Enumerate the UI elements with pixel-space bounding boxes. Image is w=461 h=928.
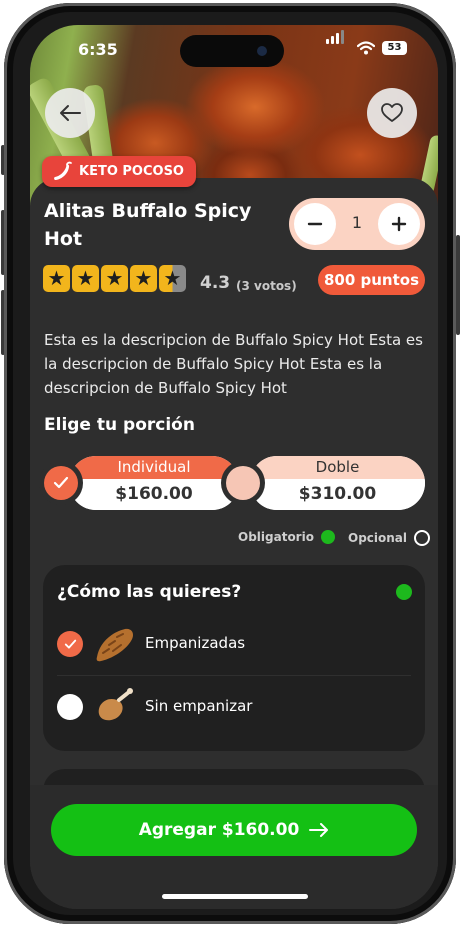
checkmark-icon bbox=[64, 639, 76, 649]
chili-pepper-icon bbox=[54, 161, 72, 180]
drumstick-image bbox=[98, 688, 133, 721]
points-badge: 800 puntos bbox=[318, 265, 425, 295]
app-screen: 6:35 53 KETO POCOSO Alitas Buffalo Spicy… bbox=[30, 25, 438, 909]
status-time: 6:35 bbox=[78, 40, 118, 59]
rating-value: 4.3 bbox=[200, 273, 231, 293]
power-button bbox=[456, 235, 460, 335]
option-row-sin-empanizar[interactable]: Sin empanizar bbox=[43, 676, 425, 738]
product-description: Esta es la descripcion de Buffalo Spicy … bbox=[44, 331, 423, 397]
option-label: Empanizadas bbox=[145, 634, 246, 652]
portion-option-individual[interactable]: Individual $160.00 bbox=[69, 456, 239, 510]
portion-label: Individual bbox=[69, 456, 239, 479]
add-to-cart-label: Agregar $160.00 bbox=[138, 820, 300, 840]
votes-count: (3 votos) bbox=[236, 279, 297, 293]
portion-unselected-radio[interactable] bbox=[226, 466, 260, 500]
add-to-cart-button[interactable]: Agregar $160.00 bbox=[51, 804, 417, 856]
camera-icon bbox=[257, 46, 267, 56]
star-icon: ★ bbox=[101, 265, 128, 292]
portion-section-title: Elige tu porción bbox=[44, 415, 195, 435]
star-icon: ★ bbox=[130, 265, 157, 292]
option-label: Sin empanizar bbox=[145, 697, 253, 715]
arrow-right-icon bbox=[309, 823, 329, 837]
battery-indicator: 53 bbox=[382, 41, 407, 55]
minus-icon bbox=[307, 222, 323, 226]
preparation-options-card: ¿Cómo las quieres? Empanizadas Sin empan… bbox=[43, 565, 425, 751]
back-button[interactable] bbox=[45, 88, 95, 138]
increase-quantity-button[interactable] bbox=[378, 203, 420, 245]
option-row-empanizadas[interactable]: Empanizadas bbox=[43, 613, 425, 675]
quantity-stepper: 1 bbox=[289, 198, 425, 250]
star-rating: ★ ★ ★ ★ ★ bbox=[43, 265, 186, 292]
star-icon: ★ bbox=[43, 265, 70, 292]
legend-optional: Opcional bbox=[348, 530, 431, 546]
dynamic-island bbox=[180, 35, 284, 67]
portion-price: $160.00 bbox=[69, 479, 239, 510]
portion-option-doble[interactable]: Doble $310.00 bbox=[250, 456, 425, 510]
legend-optional-label: Opcional bbox=[348, 531, 408, 545]
portion-selected-radio[interactable] bbox=[44, 466, 78, 500]
favorite-button[interactable] bbox=[367, 88, 417, 138]
home-indicator[interactable] bbox=[162, 894, 308, 899]
option-unselected-radio[interactable] bbox=[57, 694, 83, 720]
portion-price: $310.00 bbox=[250, 479, 425, 510]
breaded-wing-image bbox=[96, 628, 133, 662]
required-dot-icon bbox=[396, 584, 412, 600]
portion-label: Doble bbox=[250, 456, 425, 479]
checkmark-icon bbox=[53, 476, 69, 489]
wifi-icon bbox=[357, 41, 375, 55]
legend-required: Obligatorio bbox=[238, 530, 335, 544]
arrow-left-icon bbox=[60, 105, 81, 121]
legend-required-label: Obligatorio bbox=[238, 530, 314, 544]
product-title: Alitas Buffalo Spicy Hot bbox=[44, 200, 252, 250]
keto-badge: KETO POCOSO bbox=[42, 156, 196, 187]
phone-frame: 6:35 53 KETO POCOSO Alitas Buffalo Spicy… bbox=[4, 3, 456, 924]
star-icon: ★ bbox=[72, 265, 99, 292]
option-selected-radio[interactable] bbox=[57, 631, 83, 657]
star-half-icon: ★ bbox=[159, 265, 186, 292]
heart-icon bbox=[381, 103, 403, 122]
required-dot-icon bbox=[320, 530, 335, 544]
keto-badge-label: KETO POCOSO bbox=[79, 164, 184, 179]
plus-icon bbox=[391, 216, 407, 232]
decrease-quantity-button[interactable] bbox=[294, 203, 336, 245]
preparation-title: ¿Cómo las quieres? bbox=[57, 582, 242, 602]
quantity-value: 1 bbox=[351, 213, 363, 232]
optional-dot-icon bbox=[414, 530, 431, 546]
